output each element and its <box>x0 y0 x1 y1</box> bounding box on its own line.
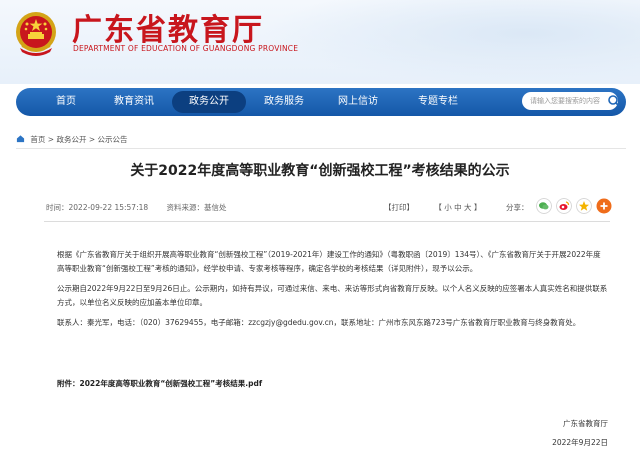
print-button[interactable]: 【打印】 <box>384 203 414 212</box>
nav-item-petition[interactable]: 网上信访 <box>322 88 394 116</box>
attachment-link[interactable]: 附件：2022年度高等职业教育“创新强校工程”考核结果.pdf <box>57 378 262 389</box>
article-paragraph: 根据《广东省教育厅关于组织开展高等职业教育“创新强校工程”（2019-2021年… <box>57 250 601 273</box>
home-icon <box>16 135 25 143</box>
article-source: 资料来源：基信处 <box>166 203 227 212</box>
nav-item-gov-affairs[interactable]: 政务公开 <box>172 91 246 113</box>
publish-time: 时间：2022-09-22 15:57:18 <box>46 203 149 212</box>
nav-item-topics[interactable]: 专题专栏 <box>402 88 474 116</box>
qq-space-icon[interactable] <box>576 198 592 214</box>
site-header: 广东省教育厅 DEPARTMENT OF EDUCATION OF GUANGD… <box>0 0 640 84</box>
breadcrumb-gov-affairs[interactable]: 政务公开 <box>56 135 86 144</box>
search-icon[interactable] <box>606 93 622 109</box>
site-subtitle: DEPARTMENT OF EDUCATION OF GUANGDONG PRO… <box>73 44 299 53</box>
site-title[interactable]: 广东省教育厅 <box>72 5 264 49</box>
article-paragraph: 公示期自2022年9月22日至9月26日止。公示期内，如持有异议，可通过来信、来… <box>57 284 608 307</box>
article-tools: 【打印】 【 小 中 大 】 <box>384 202 481 213</box>
plus-share-icon[interactable] <box>596 198 612 214</box>
page-title: 关于2022年度高等职业教育“创新强校工程”考核结果的公示 <box>130 163 510 179</box>
signature-date: 2022年9月22日 <box>552 438 608 447</box>
weibo-icon[interactable] <box>556 198 572 214</box>
header-background <box>260 0 640 84</box>
main-nav: 首页 教育资讯 政务公开 政务服务 网上信访 专题专栏 请输入您要搜索的内容 <box>16 88 626 116</box>
breadcrumb: 首页 > 政务公开 > 公示公告 <box>16 134 128 145</box>
nav-item-gov-services[interactable]: 政务服务 <box>248 88 320 116</box>
search-input[interactable]: 请输入您要搜索的内容 <box>522 92 618 110</box>
breadcrumb-announcements[interactable]: 公示公告 <box>98 135 128 144</box>
breadcrumb-separator: > <box>88 135 96 144</box>
signature-org: 广东省教育厅 <box>563 419 608 428</box>
article-paragraph: 联系人：秦光军，电话：（020）37629455，电子邮箱：zzcgzjy@gd… <box>57 318 581 327</box>
wechat-icon[interactable] <box>536 198 552 214</box>
meta-divider <box>44 221 610 222</box>
national-emblem-icon[interactable] <box>14 10 58 58</box>
breadcrumb-home[interactable]: 首页 <box>30 135 45 144</box>
font-size-switch[interactable]: 【 小 中 大 】 <box>434 203 481 212</box>
breadcrumb-separator: > <box>47 135 55 144</box>
article-meta: 时间：2022-09-22 15:57:18 资料来源：基信处 <box>46 202 243 213</box>
share-label: 分享： <box>506 203 529 212</box>
breadcrumb-divider <box>16 148 626 149</box>
nav-item-home[interactable]: 首页 <box>30 88 102 116</box>
nav-item-news[interactable]: 教育资讯 <box>98 88 170 116</box>
